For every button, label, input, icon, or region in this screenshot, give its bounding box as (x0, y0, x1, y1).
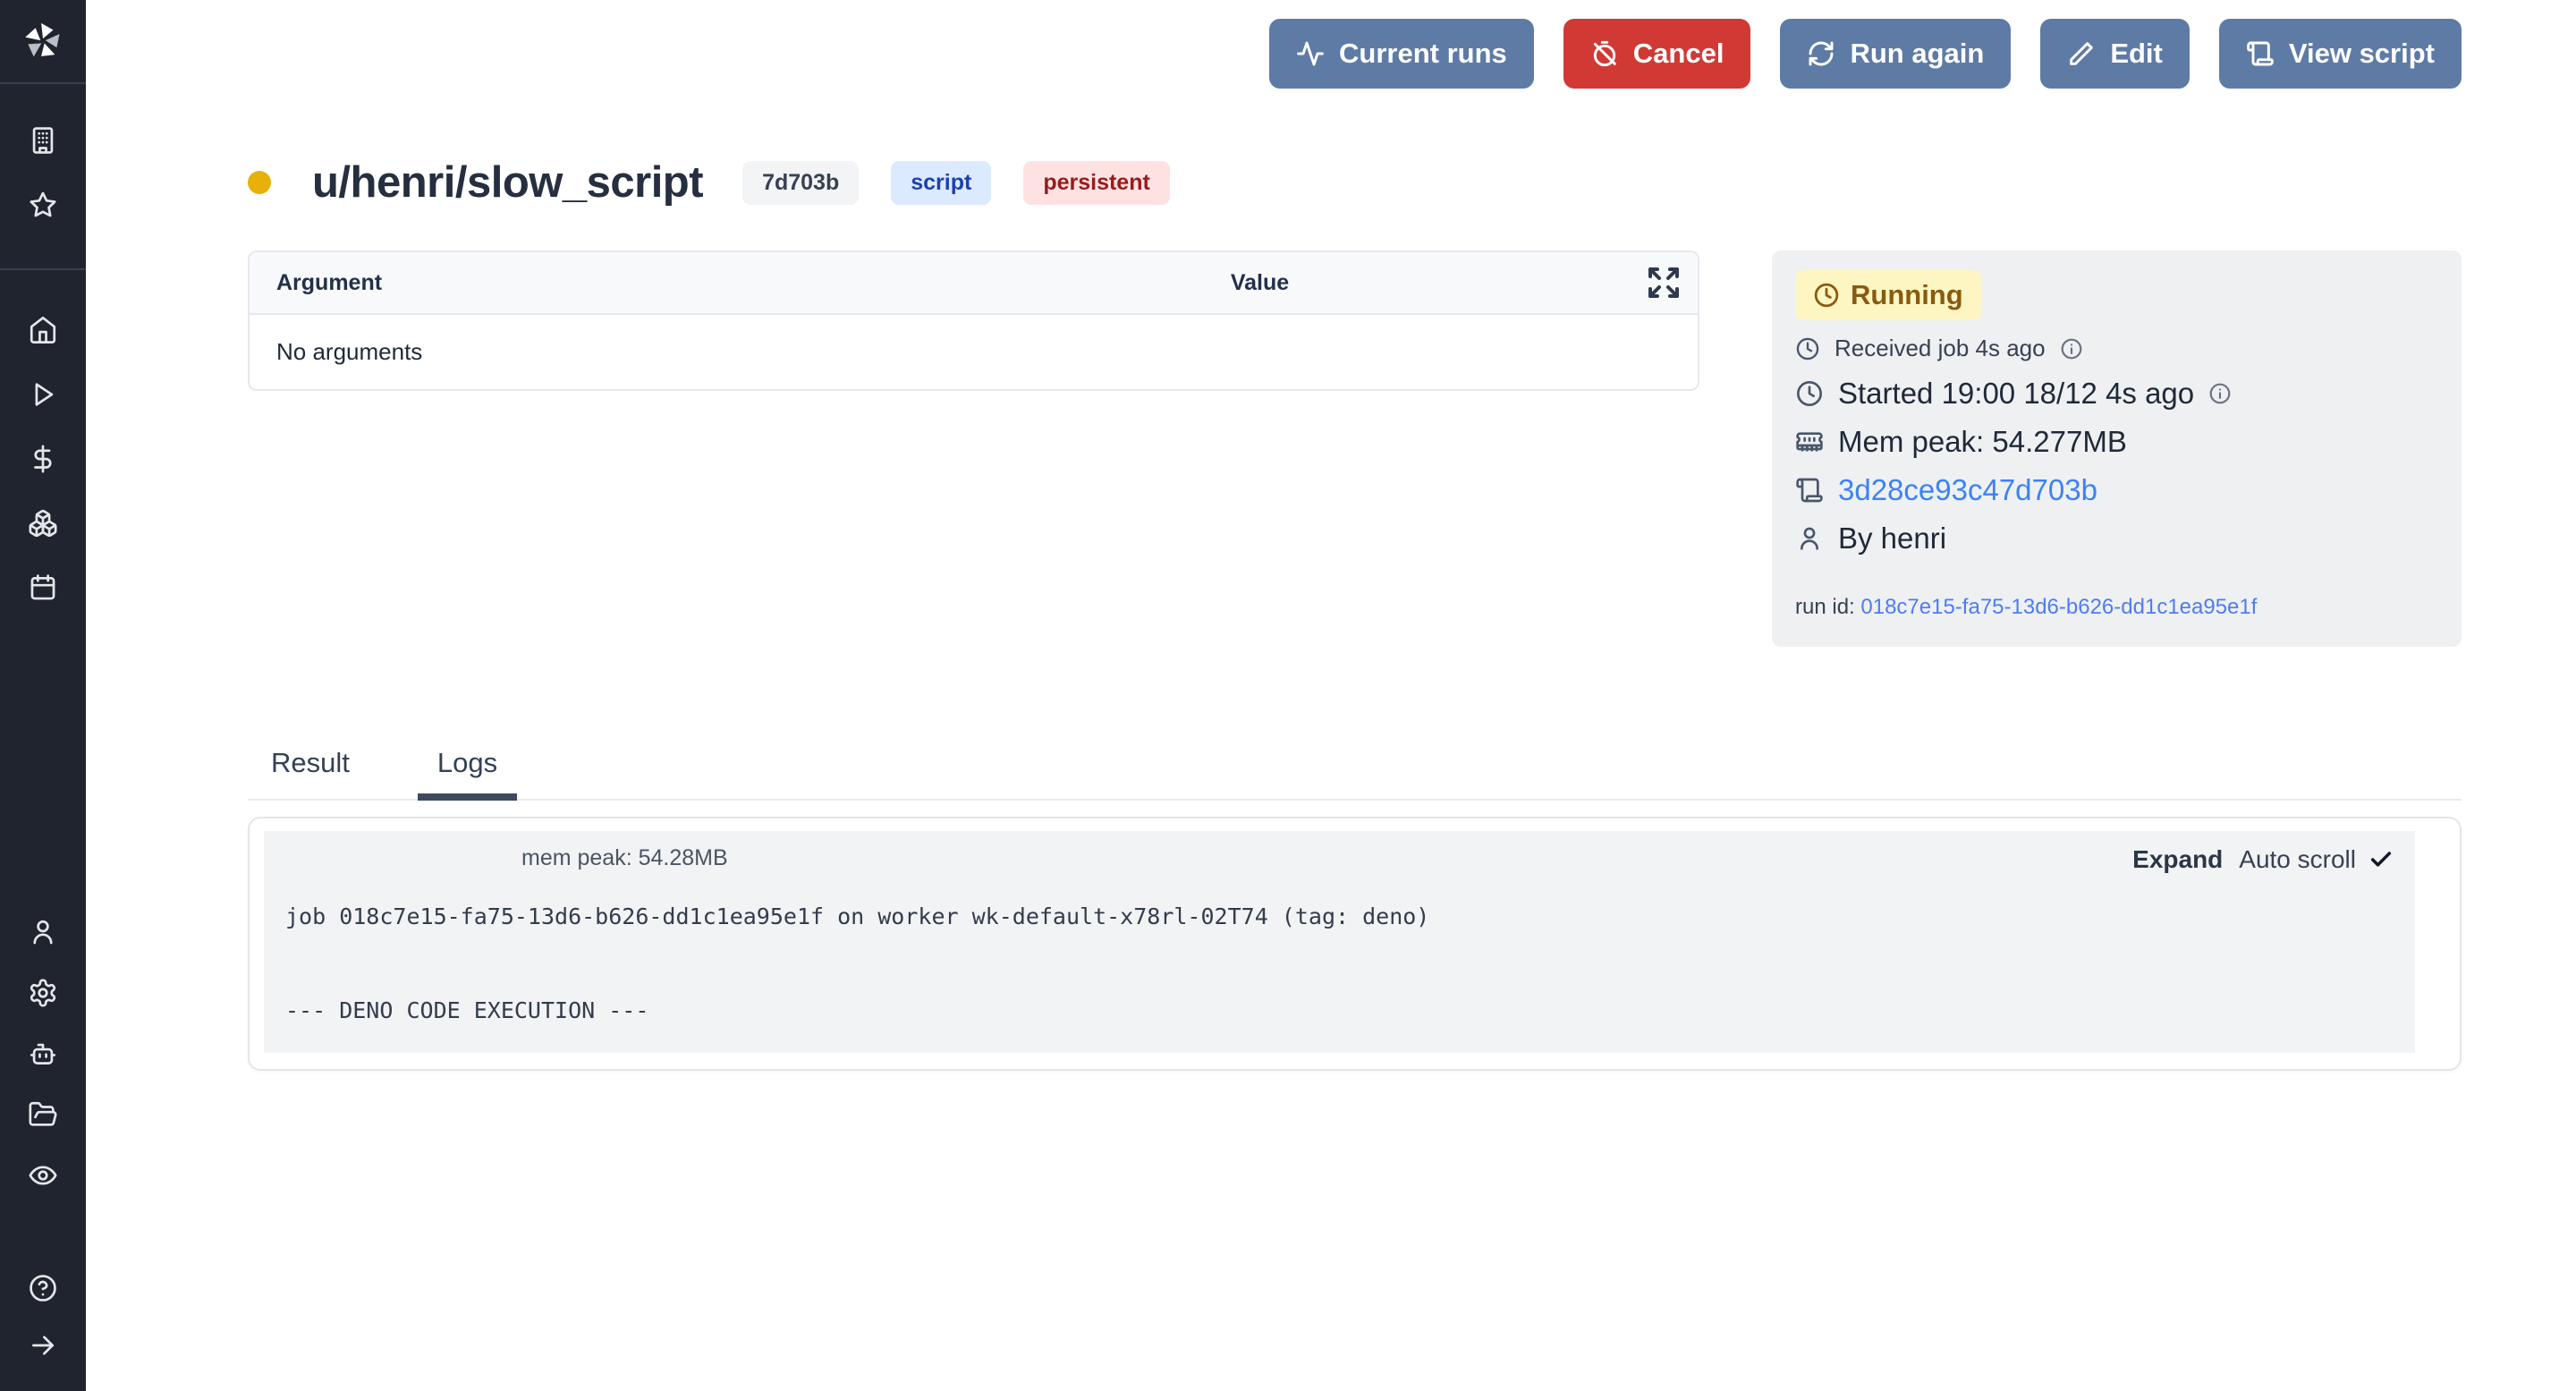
log-card: mem peak: 54.28MB Expand Auto scroll job… (248, 817, 2462, 1071)
windmill-logo[interactable] (0, 0, 86, 84)
script-title-row: u/henri/slow_script 7d703b script persis… (248, 157, 2462, 208)
pencil-icon (2067, 39, 2096, 68)
script-hash-link[interactable]: 3d28ce93c47d703b (1838, 473, 2097, 507)
star-icon[interactable] (28, 190, 58, 220)
triggered-by-row: By henri (1795, 522, 2438, 556)
log-expand-button[interactable]: Expand (2132, 845, 2223, 874)
activity-icon (1296, 39, 1325, 68)
settings-gear-icon[interactable] (28, 978, 58, 1008)
run-again-button[interactable]: Run again (1780, 19, 2011, 89)
play-icon[interactable] (28, 379, 58, 410)
current-runs-label: Current runs (1339, 38, 1507, 70)
clock-icon (1795, 336, 1820, 361)
arrow-right-icon[interactable] (28, 1330, 58, 1361)
action-toolbar: Current runs Cancel Run again Edit View … (248, 0, 2462, 107)
tab-logs[interactable]: Logs (423, 747, 512, 799)
checkmark-icon (2368, 847, 2394, 872)
sidebar (0, 0, 86, 1391)
edit-label: Edit (2110, 38, 2163, 70)
column-header-argument: Argument (250, 270, 574, 296)
app-root: Current runs Cancel Run again Edit View … (0, 0, 2576, 1391)
sidebar-section-workspace (0, 84, 86, 270)
boxes-icon[interactable] (28, 508, 58, 539)
help-circle-icon[interactable] (28, 1273, 58, 1303)
content-row: Argument Value No arguments Running Rece… (248, 250, 2462, 647)
tab-result[interactable]: Result (257, 747, 364, 799)
edit-button[interactable]: Edit (2040, 19, 2190, 89)
home-icon[interactable] (28, 315, 58, 345)
user-icon[interactable] (28, 917, 58, 947)
mem-peak-text: Mem peak: 54.277MB (1838, 425, 2127, 459)
script-hash-row: 3d28ce93c47d703b (1795, 473, 2438, 507)
info-icon[interactable] (2208, 382, 2232, 405)
info-icon[interactable] (2060, 337, 2083, 360)
sidebar-section-main (0, 270, 86, 603)
log-header: mem peak: 54.28MB Expand Auto scroll (285, 845, 2394, 874)
log-text[interactable]: job 018c7e15-fa75-13d6-b626-dd1c1ea95e1f… (285, 901, 2394, 1026)
current-runs-button[interactable]: Current runs (1269, 19, 1534, 89)
received-row: Received job 4s ago (1795, 335, 2438, 362)
run-id-label: run id: (1795, 595, 1855, 619)
triggered-by-text: By henri (1838, 522, 1946, 556)
main-content: Current runs Cancel Run again Edit View … (86, 0, 2576, 1391)
log-mem-peak: mem peak: 54.28MB (521, 845, 728, 871)
column-header-value: Value (822, 270, 1698, 296)
log-viewer: mem peak: 54.28MB Expand Auto scroll job… (264, 831, 2415, 1053)
arguments-table: Argument Value No arguments (248, 250, 1699, 391)
commit-hash-badge[interactable]: 7d703b (742, 161, 859, 205)
status-badge-label: Running (1851, 279, 1963, 311)
run-again-label: Run again (1850, 38, 1984, 70)
sidebar-section-help (0, 1273, 86, 1391)
result-logs-tabs: Result Logs (248, 747, 2462, 801)
cancel-button[interactable]: Cancel (1563, 19, 1751, 89)
building-icon[interactable] (28, 125, 58, 156)
run-id-link[interactable]: 018c7e15-fa75-13d6-b626-dd1c1ea95e1f (1860, 595, 2257, 619)
clock-icon (1813, 282, 1840, 309)
persistent-badge[interactable]: persistent (1023, 161, 1169, 205)
started-text: Started 19:00 18/12 4s ago (1838, 377, 2194, 411)
autoscroll-toggle[interactable]: Auto scroll (2239, 845, 2394, 874)
status-badge: Running (1795, 270, 1981, 320)
scroll-icon (2246, 39, 2275, 68)
dollar-icon[interactable] (28, 444, 58, 474)
timer-off-icon (1590, 39, 1619, 68)
mem-peak-row: Mem peak: 54.277MB (1795, 425, 2438, 459)
view-script-label: View script (2289, 38, 2435, 70)
clock-icon (1795, 379, 1824, 408)
calendar-icon[interactable] (28, 573, 58, 603)
windmill-logo-icon (22, 21, 64, 62)
eye-icon[interactable] (28, 1160, 58, 1191)
log-actions: Expand Auto scroll (2132, 845, 2394, 874)
job-status-panel: Running Received job 4s ago Started 19:0… (1772, 250, 2462, 647)
cancel-label: Cancel (1633, 38, 1724, 70)
folder-open-icon[interactable] (28, 1099, 58, 1130)
memory-stick-icon (1795, 428, 1824, 456)
autoscroll-label: Auto scroll (2239, 845, 2356, 874)
run-id-row: run id: 018c7e15-fa75-13d6-b626-dd1c1ea9… (1795, 595, 2438, 620)
started-row: Started 19:00 18/12 4s ago (1795, 377, 2438, 411)
expand-table-icon[interactable] (1646, 265, 1682, 301)
refresh-icon (1807, 39, 1835, 68)
view-script-button[interactable]: View script (2219, 19, 2462, 89)
bot-icon[interactable] (28, 1039, 58, 1069)
no-arguments-text: No arguments (250, 315, 1698, 389)
language-dot (248, 171, 271, 194)
title-badges: 7d703b script persistent (742, 161, 1170, 205)
page-title: u/henri/slow_script (312, 157, 703, 208)
received-text: Received job 4s ago (1835, 335, 2046, 362)
user-icon (1795, 524, 1824, 553)
arguments-table-header: Argument Value (250, 252, 1698, 315)
sidebar-section-admin (0, 917, 86, 1191)
scroll-icon (1795, 476, 1824, 505)
script-kind-badge[interactable]: script (891, 161, 991, 205)
